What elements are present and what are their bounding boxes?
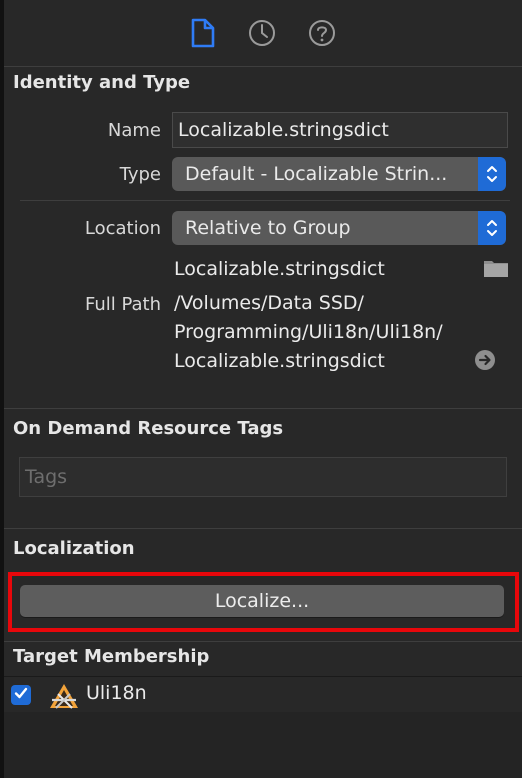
type-popup[interactable]: Default - Localizable Strin... <box>172 157 506 191</box>
target-list-empty-area <box>4 712 522 778</box>
tab-quick-help[interactable] <box>307 20 337 50</box>
tab-bar-divider <box>4 66 522 67</box>
location-popup-value: Relative to Group <box>185 217 351 239</box>
folder-icon[interactable] <box>483 258 509 282</box>
target-header-divider <box>4 676 522 677</box>
section-header-localization: Localization <box>13 538 135 559</box>
fullpath-line-1: /Volumes/Data SSD/ <box>174 292 364 314</box>
name-field[interactable]: Localizable.stringsdict <box>172 112 508 148</box>
tab-file-inspector[interactable] <box>188 18 218 52</box>
tags-placeholder: Tags <box>25 466 68 488</box>
section-header-target: Target Membership <box>13 646 210 667</box>
identity-inner-divider <box>20 200 510 201</box>
location-label: Location <box>84 218 161 239</box>
section-divider-target <box>4 641 522 642</box>
chevron-updown-icon <box>478 157 506 191</box>
localize-button[interactable]: Localize... <box>20 585 504 617</box>
section-divider-localization <box>4 528 522 529</box>
name-label: Name <box>107 120 161 141</box>
file-inspector-panel: Identity and Type Name Localizable.strin… <box>0 0 522 778</box>
reveal-arrow-icon[interactable] <box>474 349 496 375</box>
tab-history-inspector[interactable] <box>247 20 277 50</box>
document-icon <box>190 18 216 52</box>
type-label: Type <box>119 164 161 185</box>
fullpath-label: Full Path <box>84 294 161 315</box>
inspector-tab-bar <box>4 0 522 66</box>
question-icon <box>308 19 336 51</box>
fullpath-line-3: Localizable.stringsdict <box>174 350 385 372</box>
type-popup-value: Default - Localizable Strin... <box>185 163 448 185</box>
section-header-identity: Identity and Type <box>13 72 191 93</box>
tags-field[interactable]: Tags <box>19 457 507 497</box>
fullpath-line-2: Programming/Uli18n/Uli18n/ <box>174 321 443 343</box>
location-popup[interactable]: Relative to Group <box>172 211 506 245</box>
target-label: Uli18n <box>86 682 147 704</box>
section-header-ondemand: On Demand Resource Tags <box>13 418 284 439</box>
checkmark-icon <box>13 685 29 705</box>
chevron-updown-icon <box>478 211 506 245</box>
target-row-uli18n: Uli18n <box>0 678 522 712</box>
section-divider-ondemand <box>4 408 522 409</box>
target-checkbox[interactable] <box>11 685 31 705</box>
clock-icon <box>248 19 276 51</box>
location-file-name: Localizable.stringsdict <box>174 258 385 280</box>
app-target-icon <box>48 682 80 714</box>
panel-left-border <box>0 0 4 778</box>
